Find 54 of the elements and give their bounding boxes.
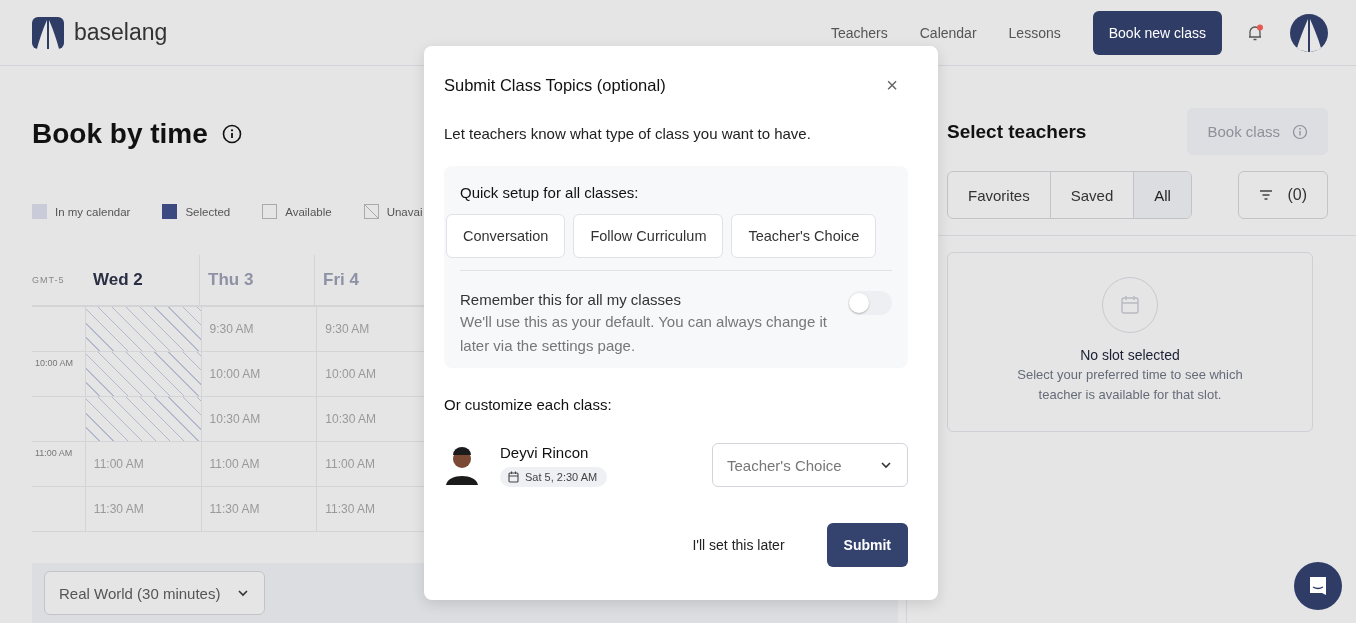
nav-link[interactable]: Lessons <box>1008 24 1061 41</box>
profile-avatar[interactable] <box>1290 13 1328 52</box>
chat-button[interactable] <box>1294 562 1342 610</box>
calendar-icon <box>1102 277 1158 333</box>
set-later-button[interactable]: I'll set this later <box>686 536 791 554</box>
customize-label: Or customize each class: <box>444 396 613 413</box>
submit-button[interactable]: Submit <box>826 523 908 567</box>
filter-tab[interactable]: Favorites <box>948 172 1050 218</box>
legend-label: Available <box>285 205 332 218</box>
nav-link[interactable]: Calendar <box>919 24 977 41</box>
empty-text: Select your preferred time to see which teacher is available for that slot. <box>1016 366 1244 404</box>
legend-label: Selected <box>185 205 231 218</box>
legend-swatch <box>363 204 379 219</box>
day-header: Wed 2 <box>93 270 143 290</box>
modal-title: Submit Class Topics (optional) <box>444 75 666 95</box>
remember-toggle[interactable] <box>848 291 892 315</box>
logo-text: baselang <box>74 19 168 46</box>
legend-label: In my calendar <box>55 205 131 218</box>
duration-select[interactable]: Real World (30 minutes) <box>44 571 266 615</box>
day-header: Thu 3 <box>208 270 254 290</box>
filter-button[interactable]: (0) <box>1238 171 1328 219</box>
topic-select[interactable]: Teacher's Choice <box>712 443 908 487</box>
quick-setup-label: Quick setup for all classes: <box>460 184 640 201</box>
legend-swatch <box>32 204 47 219</box>
calendar-icon <box>508 470 519 483</box>
legend-swatch <box>262 204 278 219</box>
filter-icon <box>1259 189 1274 201</box>
day-header: Fri 4 <box>323 270 359 290</box>
sidebar-title: Select teachers <box>947 120 1087 143</box>
teacher-avatar <box>444 445 480 485</box>
legend-label: Unavai <box>386 205 423 218</box>
teacher-name: Deyvi Rincon <box>500 443 590 461</box>
info-icon[interactable] <box>221 124 242 144</box>
legend-swatch <box>162 204 178 219</box>
bell-icon[interactable] <box>1246 23 1264 42</box>
modal-intro: Let teachers know what type of class you want to have. <box>444 124 812 144</box>
class-time-chip: Sat 5, 2:30 AM <box>500 466 608 487</box>
logo-icon <box>32 16 64 49</box>
hour-label: 10:00 AM <box>35 358 74 368</box>
remember-label: Remember this for all my classes <box>460 291 682 308</box>
hour-label: 11:00 AM <box>35 448 73 458</box>
chat-icon <box>1307 575 1329 597</box>
close-button[interactable]: × <box>876 73 908 97</box>
timezone-label: GMT-5 <box>32 275 66 285</box>
info-icon <box>1292 123 1308 140</box>
page-title: Book by time <box>32 118 208 150</box>
empty-title: No slot selected <box>1080 347 1180 363</box>
remember-description: We'll use this as your default. You can always change it later via the settings page. <box>460 312 828 356</box>
nav-link[interactable]: Teachers <box>830 24 888 41</box>
topic-option[interactable]: Follow Curriculum <box>573 214 724 258</box>
topic-option[interactable]: Conversation <box>446 214 566 258</box>
topic-option[interactable]: Teacher's Choice <box>731 214 877 258</box>
filter-tab[interactable]: All <box>1133 172 1191 218</box>
book-new-class-button[interactable]: Book new class <box>1092 10 1222 55</box>
